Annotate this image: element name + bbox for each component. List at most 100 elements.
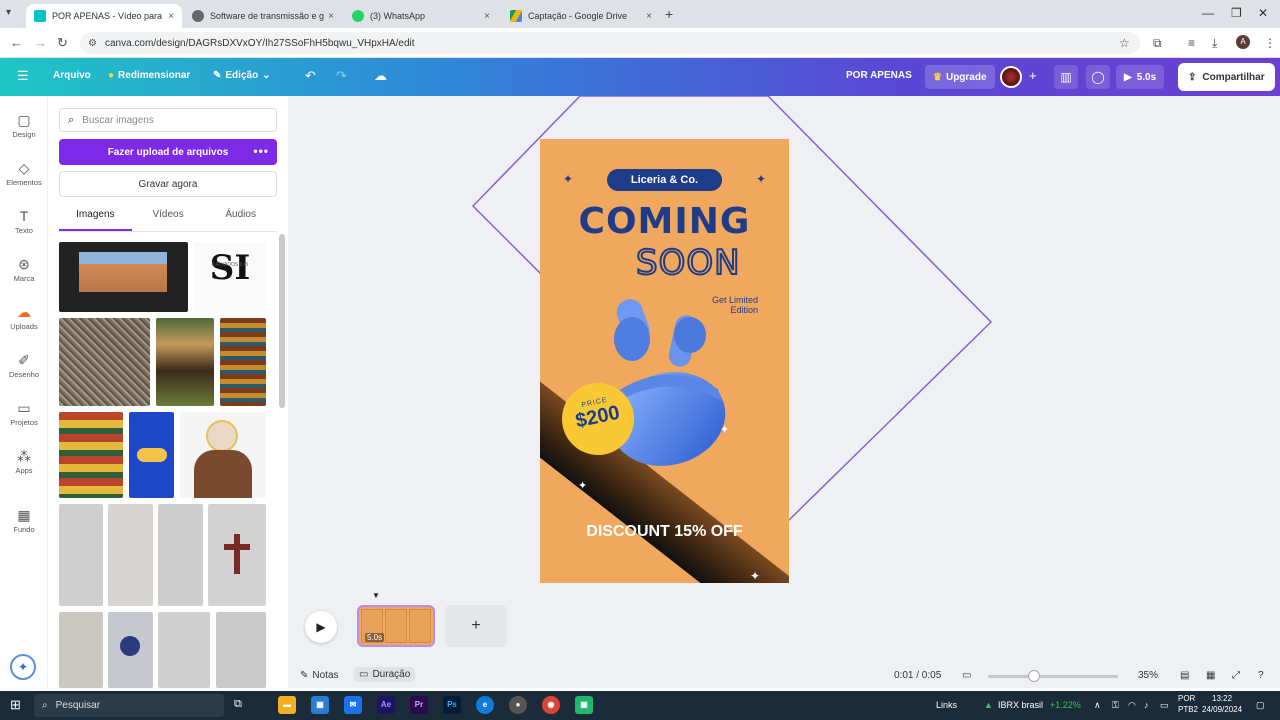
battery-icon[interactable]: ▭ <box>1160 700 1169 711</box>
show-hidden-icons[interactable]: ∧ <box>1094 700 1101 711</box>
image-thumbnail[interactable] <box>220 318 266 406</box>
extensions-icon[interactable]: ⧉ <box>1153 36 1162 51</box>
tab-imagens[interactable]: Imagens <box>59 204 132 231</box>
image-thumbnail[interactable] <box>108 504 153 606</box>
photoshop-icon[interactable]: Ps <box>443 696 461 714</box>
poster-page[interactable]: ✦ ✦ Liceria & Co. COMING SOON Get Limite… <box>540 139 789 583</box>
tab-canva[interactable]: POR APENAS - Vídeo para disp × <box>26 4 182 28</box>
image-thumbnail[interactable] <box>208 504 266 606</box>
edicao-menu[interactable]: ✎ Edição ⌄ <box>213 70 271 81</box>
links-label[interactable]: Links <box>936 700 957 710</box>
tab-google-drive[interactable]: Captação - Google Drive × <box>502 4 660 28</box>
timeline-clip[interactable]: 5.0s <box>357 605 435 647</box>
zoom-slider-track[interactable] <box>988 675 1118 678</box>
task-view-icon[interactable]: ⧉ <box>234 698 242 711</box>
record-now-button[interactable]: Gravar agora <box>59 171 277 197</box>
arquivo-menu[interactable]: Arquivo <box>53 70 91 81</box>
tab-close-icon[interactable]: × <box>484 11 490 22</box>
new-tab-button[interactable]: + <box>665 6 673 22</box>
panel-scrollbar[interactable] <box>279 234 285 408</box>
tab-software[interactable]: Software de transmissão e gra × <box>184 4 342 28</box>
grid-view-icon[interactable]: ▦ <box>1206 670 1215 681</box>
media-control-icon[interactable]: ≡ <box>1188 36 1195 50</box>
search-input[interactable] <box>82 114 263 126</box>
comments-icon[interactable]: ◯ <box>1086 65 1110 89</box>
image-thumbnail-logo[interactable]: SI SALVADOS IUB <box>194 242 266 312</box>
undo-icon[interactable]: ↶ <box>305 68 316 84</box>
user-avatar[interactable] <box>1000 66 1022 88</box>
profile-avatar[interactable]: A <box>1236 35 1250 49</box>
fullscreen-icon[interactable]: ⤢ <box>1232 670 1240 681</box>
duration-button[interactable]: ▭ Duração <box>354 667 416 682</box>
help-icon[interactable]: ? <box>1258 670 1264 681</box>
play-preview-button[interactable]: ▶ 5.0s <box>1116 65 1165 89</box>
rail-item-design[interactable]: ▢ Design <box>0 112 48 139</box>
tab-search-dropdown-icon[interactable]: ▾ <box>6 7 11 18</box>
after-effects-icon[interactable]: Ae <box>377 696 395 714</box>
minimize-icon[interactable]: — <box>1202 6 1214 20</box>
file-explorer-icon[interactable]: ▬ <box>278 696 296 714</box>
add-page-button[interactable]: + <box>445 605 507 647</box>
tab-whatsapp[interactable]: (3) WhatsApp × <box>344 4 498 28</box>
obs-icon[interactable]: ● <box>509 696 527 714</box>
zoom-level[interactable]: 35% <box>1138 670 1158 681</box>
back-arrow-icon[interactable]: ← <box>10 35 23 50</box>
redo-icon[interactable]: ↷ <box>336 68 347 84</box>
taskbar-search[interactable]: ⌕ Pesquisar <box>34 694 224 717</box>
input-layout[interactable]: PTB2 <box>1178 705 1198 714</box>
tab-audios[interactable]: Áudios <box>204 204 277 231</box>
premiere-icon[interactable]: Pr <box>410 696 428 714</box>
zoom-slider-handle[interactable] <box>1028 670 1040 682</box>
image-thumbnail[interactable] <box>158 504 203 606</box>
rail-item-texto[interactable]: T Texto <box>0 208 48 235</box>
image-thumbnail[interactable] <box>180 412 266 498</box>
tab-close-icon[interactable]: × <box>328 11 334 22</box>
analytics-icon[interactable]: ▥ <box>1054 65 1078 89</box>
tab-close-icon[interactable]: × <box>168 11 174 22</box>
image-thumbnail[interactable] <box>59 242 188 312</box>
search-box[interactable]: ⌕ <box>59 108 277 132</box>
clock-time[interactable]: 13:22 <box>1212 694 1232 703</box>
image-thumbnail[interactable] <box>129 412 174 498</box>
timeline-play-button[interactable]: ▶ <box>305 611 337 643</box>
rail-item-uploads[interactable]: ☁ Uploads <box>0 304 48 331</box>
wifi-icon[interactable]: ◠ <box>1128 700 1136 711</box>
bookmark-star-icon[interactable]: ☆ <box>1119 36 1130 50</box>
restore-icon[interactable]: ❐ <box>1231 6 1242 20</box>
rail-item-marca[interactable]: ⊛ Marca <box>0 256 48 283</box>
image-thumbnail[interactable] <box>158 612 210 688</box>
design-title[interactable]: POR APENAS <box>846 70 912 81</box>
window-close-icon[interactable]: ✕ <box>1258 6 1268 20</box>
tab-close-icon[interactable]: × <box>646 11 652 22</box>
image-thumbnail[interactable] <box>59 612 103 688</box>
kebab-menu-icon[interactable]: ⋮ <box>1264 36 1276 50</box>
rail-item-apps[interactable]: ⁂ Apps <box>0 448 48 475</box>
image-thumbnail[interactable] <box>59 412 123 498</box>
app-icon[interactable]: ▣ <box>575 696 593 714</box>
redimensionar-button[interactable]: ● Redimensionar <box>108 70 190 81</box>
magic-sparkle-icon[interactable]: ✦ <box>10 654 36 680</box>
rail-item-fundo[interactable]: ▦ Fundo <box>0 507 48 534</box>
download-icon[interactable]: ⤓ <box>1212 36 1217 51</box>
hamburger-icon[interactable]: ☰ <box>17 68 29 84</box>
chrome-icon[interactable]: ◉ <box>542 696 560 714</box>
upgrade-button[interactable]: ♛ Upgrade <box>925 65 995 89</box>
image-thumbnail[interactable] <box>59 504 103 606</box>
site-info-icon[interactable]: ⚙ <box>88 38 97 49</box>
share-button[interactable]: ⇪ Compartilhar <box>1178 63 1275 91</box>
mail-icon[interactable]: ✉ <box>344 696 362 714</box>
windows-start-icon[interactable]: ⊞ <box>10 697 21 713</box>
volume-icon[interactable]: ♪ <box>1144 700 1149 710</box>
network-icon[interactable]: ⚿ <box>1112 700 1119 711</box>
image-thumbnail[interactable] <box>59 318 150 406</box>
image-thumbnail[interactable] <box>216 612 266 688</box>
tab-videos[interactable]: Vídeos <box>132 204 205 231</box>
edge-icon[interactable]: e <box>476 696 494 714</box>
image-thumbnail[interactable] <box>108 612 153 688</box>
rail-item-elementos[interactable]: ◇ Elementos <box>0 160 48 187</box>
more-options-icon[interactable]: ••• <box>253 144 269 158</box>
notifications-icon[interactable]: ▢ <box>1256 700 1265 711</box>
clock-date[interactable]: 24/09/2024 <box>1202 705 1242 714</box>
notes-button[interactable]: ✎ Notas <box>300 670 339 681</box>
playhead-marker-icon[interactable]: ▼ <box>372 591 380 600</box>
